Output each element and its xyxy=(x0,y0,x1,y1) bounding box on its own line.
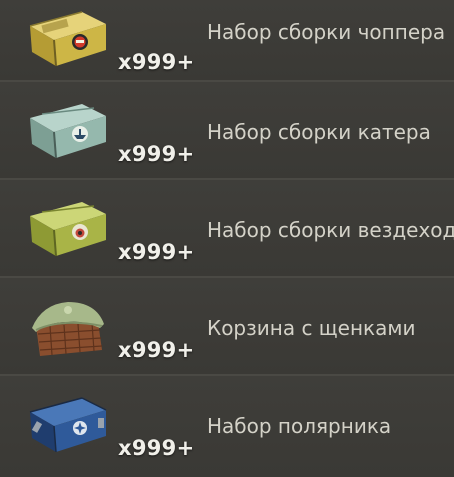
item-name: Набор сборки чоппера xyxy=(207,20,446,44)
atv-kit-crate-icon xyxy=(22,194,112,264)
polar-explorer-kit-crate-icon xyxy=(22,390,112,460)
item-quantity: x999+ xyxy=(118,142,195,166)
inventory-item-boat-kit[interactable]: x999+ Набор сборки катера xyxy=(0,82,454,180)
inventory-item-atv-kit[interactable]: x999+ Набор сборки вездехода xyxy=(0,180,454,278)
item-quantity: x999+ xyxy=(118,50,195,74)
item-name: Набор сборки катера xyxy=(207,120,431,144)
boat-kit-crate-icon xyxy=(22,96,112,166)
item-name: Набор сборки вездехода xyxy=(207,218,454,242)
item-quantity: x999+ xyxy=(118,436,195,460)
chopper-kit-crate-icon xyxy=(22,4,112,74)
inventory-item-puppy-basket[interactable]: x999+ Корзина с щенками xyxy=(0,278,454,376)
item-quantity: x999+ xyxy=(118,240,195,264)
item-name: Корзина с щенками xyxy=(207,316,416,340)
inventory-item-polar-explorer-kit[interactable]: x999+ Набор полярника xyxy=(0,376,454,477)
inventory-item-chopper-kit[interactable]: x999+ Набор сборки чоппера xyxy=(0,0,454,82)
inventory-list: x999+ Набор сборки чоппера x999+ Набор с… xyxy=(0,0,454,477)
puppy-basket-icon xyxy=(22,292,112,362)
item-quantity: x999+ xyxy=(118,338,195,362)
item-name: Набор полярника xyxy=(207,414,392,438)
